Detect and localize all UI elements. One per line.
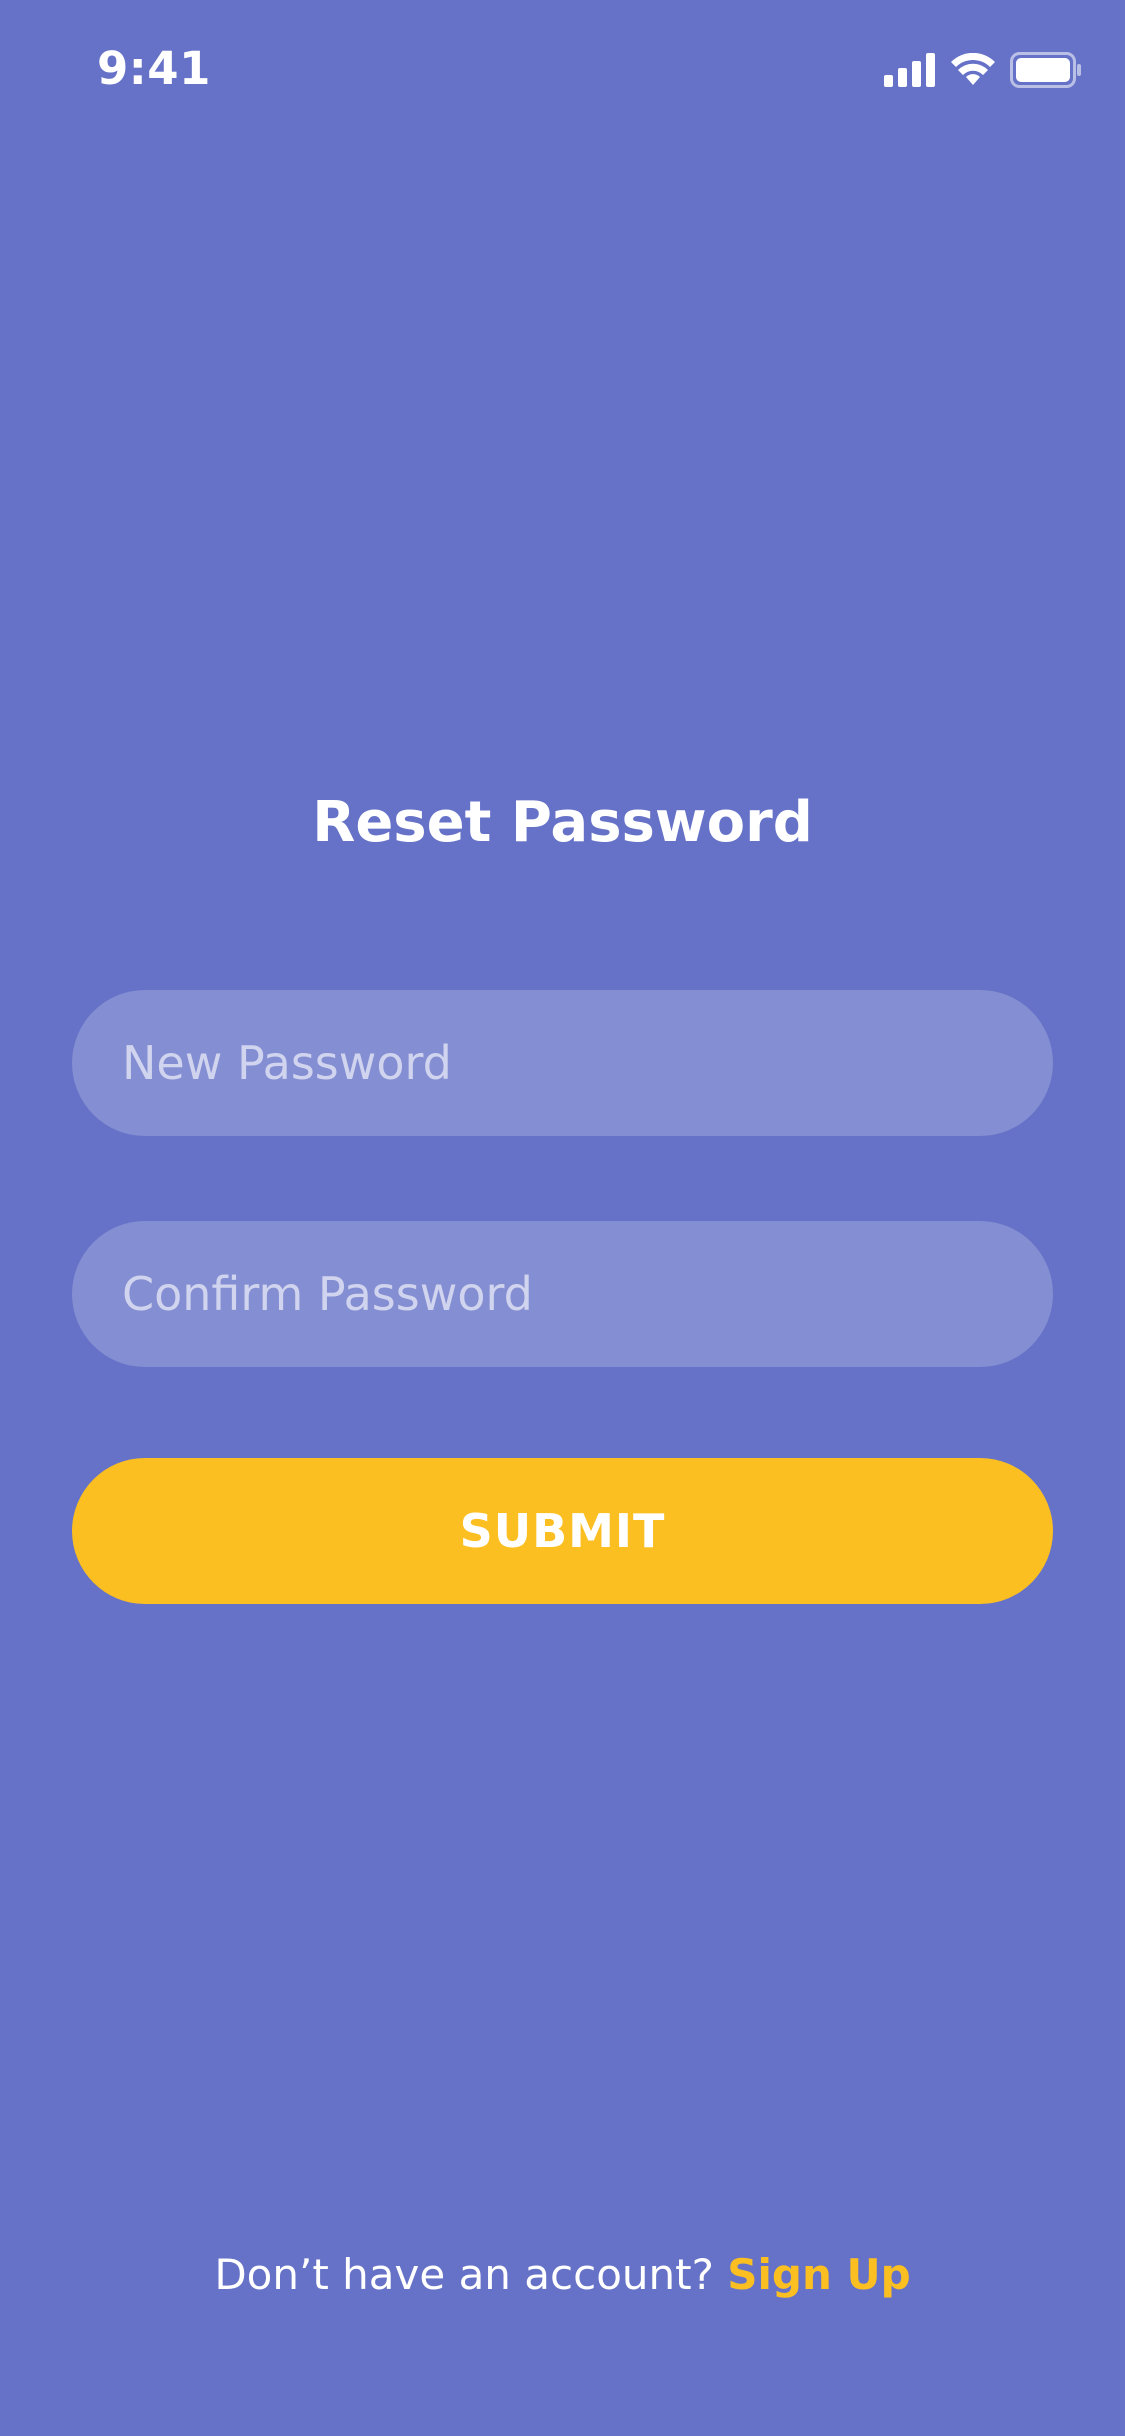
signup-link[interactable]: Sign Up xyxy=(727,2250,910,2299)
new-password-input[interactable] xyxy=(120,1035,1053,1091)
confirm-password-input[interactable] xyxy=(120,1266,1053,1322)
signup-prompt: Don’t have an account? Sign Up xyxy=(0,2250,1125,2299)
new-password-field[interactable] xyxy=(72,990,1053,1136)
signup-prompt-text: Don’t have an account? xyxy=(214,2250,728,2299)
page-title: Reset Password xyxy=(312,790,813,855)
wifi-icon xyxy=(950,53,996,87)
confirm-password-field[interactable] xyxy=(72,1221,1053,1367)
status-time: 9:41 xyxy=(97,42,211,95)
battery-icon xyxy=(1010,52,1082,88)
status-bar: 9:41 xyxy=(0,0,1125,135)
status-icons xyxy=(884,52,1082,88)
cellular-signal-icon xyxy=(884,53,936,87)
submit-button[interactable]: SUBMIT xyxy=(72,1458,1053,1604)
